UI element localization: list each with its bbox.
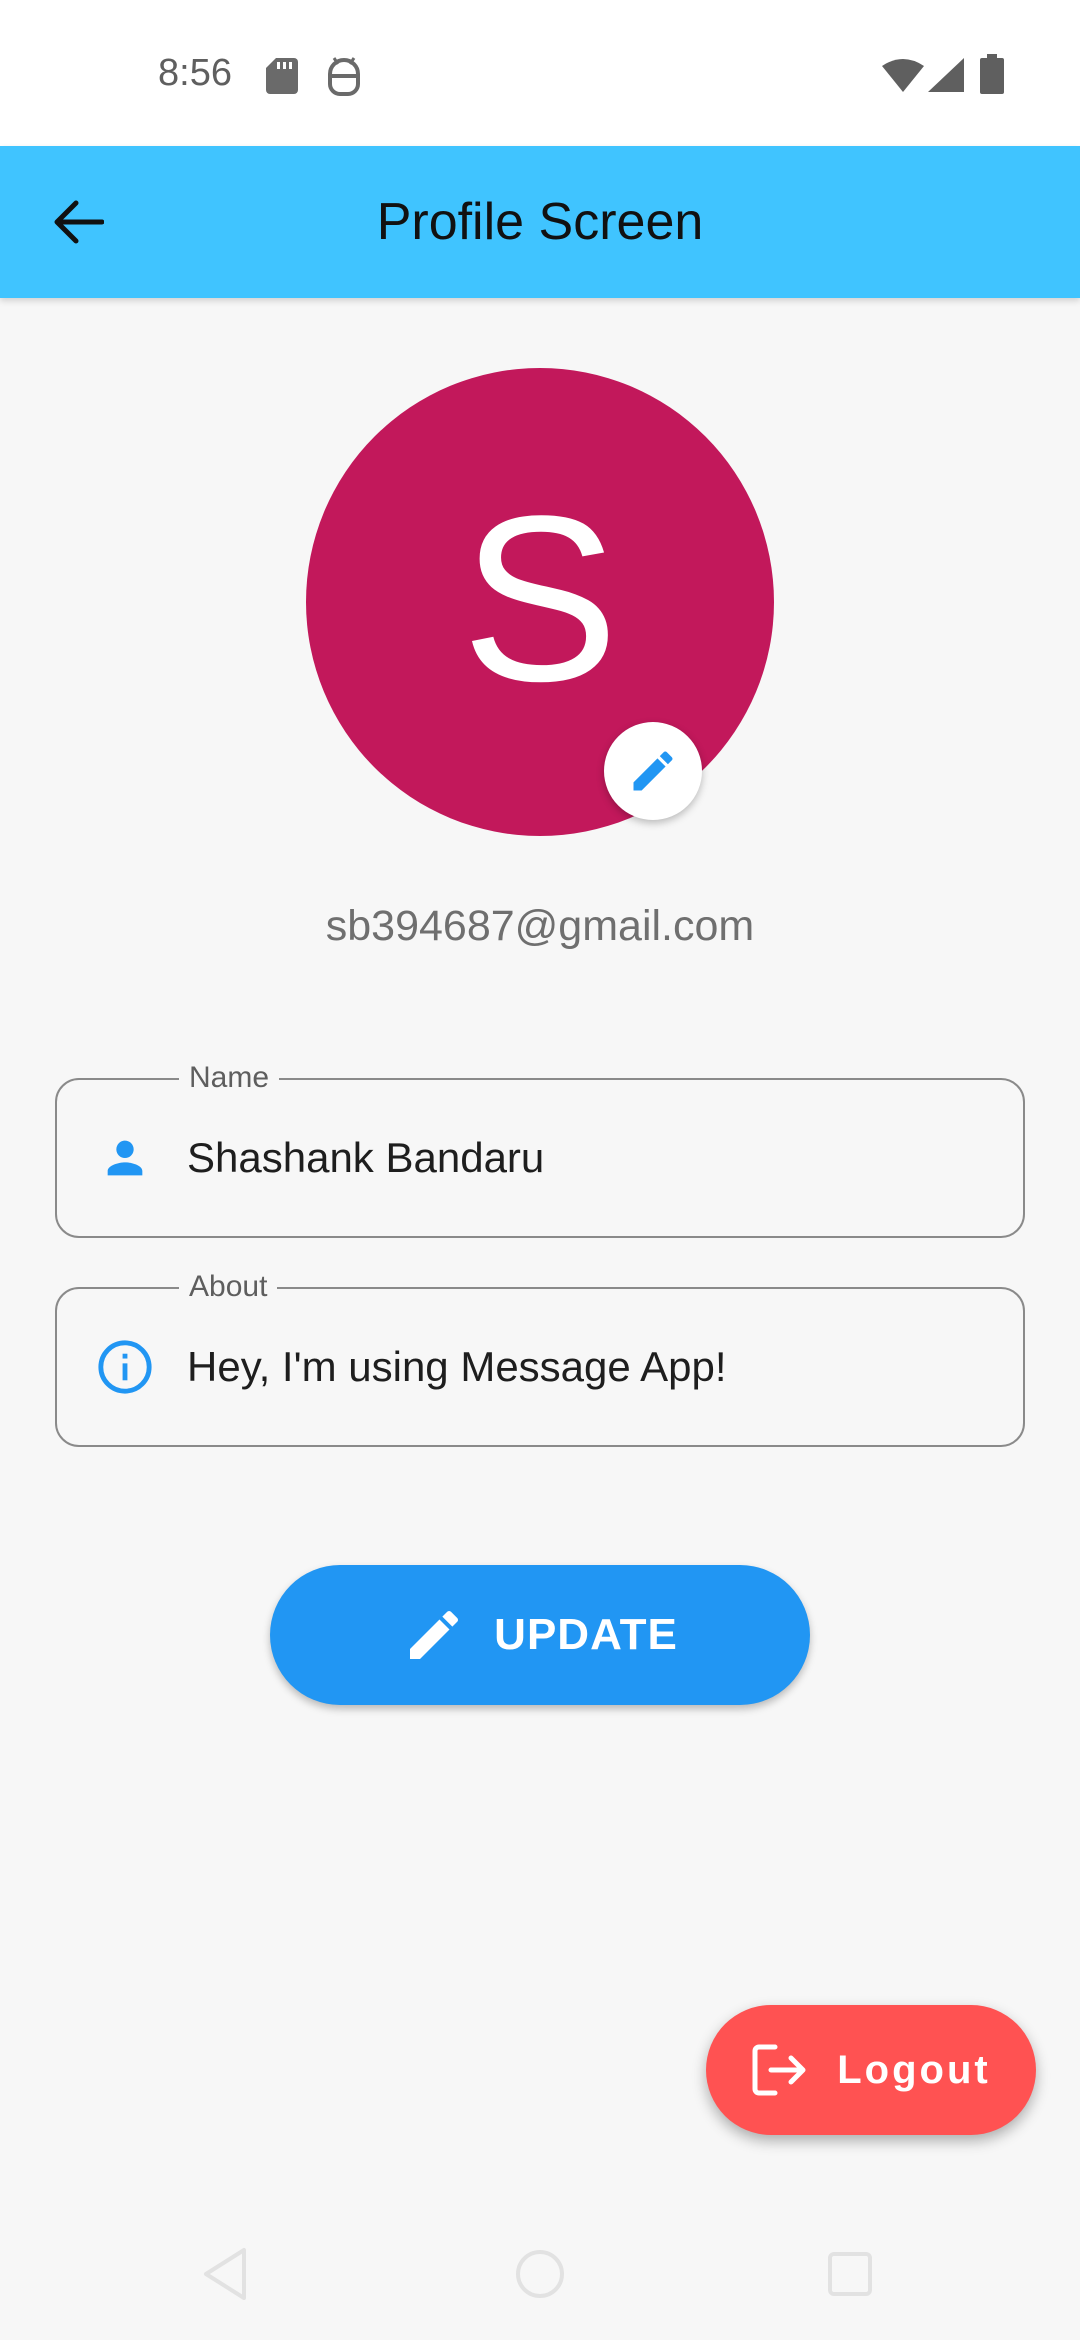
wifi-icon (882, 59, 924, 92)
signal-icon (928, 58, 964, 92)
system-nav-bar (0, 2208, 1080, 2340)
update-button[interactable]: UPDATE (270, 1565, 810, 1705)
status-time: 8:56 (158, 52, 232, 94)
battery-icon (980, 54, 1004, 94)
person-icon (95, 1128, 155, 1188)
pencil-icon (633, 751, 673, 791)
logout-icon (752, 2044, 806, 2096)
about-field[interactable]: About Hey, I'm using Message App! (55, 1269, 1025, 1447)
about-input[interactable]: Hey, I'm using Message App! (187, 1289, 727, 1445)
name-input[interactable]: Shashank Bandaru (187, 1080, 544, 1236)
email-text: sb394687@gmail.com (325, 902, 755, 950)
info-icon (95, 1337, 155, 1397)
nav-recents-icon[interactable] (820, 2244, 880, 2304)
logout-button[interactable]: Logout (706, 2005, 1036, 2135)
avatar[interactable]: S (306, 368, 774, 836)
nav-back-icon[interactable] (198, 2244, 258, 2304)
pencil-icon (410, 1610, 459, 1659)
back-button[interactable] (40, 178, 116, 266)
avatar-letter: S (461, 467, 619, 731)
status-bar: 8:56 (0, 0, 1080, 146)
page-title: Profile Screen (376, 193, 704, 251)
nav-home-icon[interactable] (510, 2244, 570, 2304)
update-button-label: UPDATE (494, 1610, 678, 1659)
edit-avatar-button[interactable] (604, 722, 702, 820)
logout-button-label: Logout (837, 2047, 991, 2092)
android-icon (328, 57, 360, 96)
arrow-back-icon (54, 200, 104, 244)
sd-card-icon (266, 58, 298, 94)
app-bar: Profile Screen (0, 146, 1080, 298)
name-field[interactable]: Name Shashank Bandaru (55, 1060, 1025, 1238)
